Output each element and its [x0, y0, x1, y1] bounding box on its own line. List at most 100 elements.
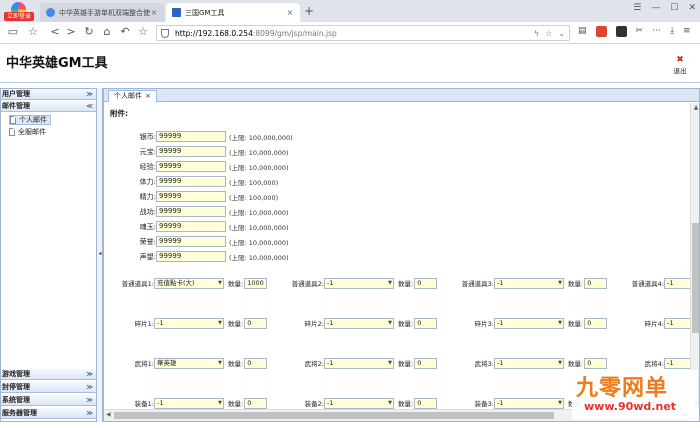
home-icon[interactable]: ⌂ [100, 25, 114, 39]
browser-tab-1[interactable]: 中华英雄手游单机双端整合使用... × [40, 3, 164, 22]
close-tab-icon[interactable]: × [286, 8, 294, 17]
star-icon[interactable]: ☆ [545, 29, 552, 38]
app-header: 中华英雄GM工具 ✖ 退出 [0, 45, 700, 83]
item-slot: 碎片4:-1▼数量:0 [609, 317, 690, 329]
chevron-down-icon[interactable]: ≫ [86, 89, 93, 100]
resource-label: 元宝: [139, 147, 156, 156]
sidebar-section-system[interactable]: 系统管理 ≫ [1, 395, 96, 406]
item-select[interactable]: -1▼ [664, 277, 690, 289]
maximize-icon[interactable]: ☐ [670, 3, 678, 13]
resource-input[interactable]: 99999 [156, 206, 226, 217]
reload-icon[interactable]: ↻ [82, 25, 96, 39]
item-select[interactable]: -1▼ [494, 317, 564, 329]
new-tab-button[interactable]: + [304, 4, 314, 18]
scissors-icon[interactable]: ✂ [636, 26, 644, 37]
quantity-input[interactable]: 1000 [244, 277, 268, 289]
chevron-down-icon[interactable]: ≫ [86, 382, 93, 393]
resource-input[interactable]: 99999 [156, 131, 226, 142]
chevron-down-icon[interactable]: ≫ [86, 369, 93, 380]
download-icon[interactable]: ⤓ [670, 26, 674, 37]
quantity-input[interactable]: 0 [584, 277, 608, 289]
resource-input[interactable]: 99999 [156, 146, 226, 157]
item-select[interactable]: -1▼ [154, 397, 224, 409]
forward-icon[interactable]: > [64, 25, 78, 39]
item-select[interactable]: -1▼ [154, 317, 224, 329]
toolbar-extensions: ▤ ✂ ⋯ ⤓ ≡ [578, 26, 691, 37]
sidebar-section-server[interactable]: 服务器管理 ≫ [1, 408, 96, 419]
sidebar-item-personal-mail[interactable]: 个人邮件 [9, 115, 51, 125]
resource-input[interactable]: 99999 [156, 191, 226, 202]
item-select[interactable]: -1▼ [664, 357, 690, 369]
more-icon[interactable]: ⋯ [652, 26, 661, 37]
item-select[interactable]: -1▼ [664, 317, 690, 329]
reader-icon[interactable]: ▤ [578, 26, 587, 37]
chevron-down-icon[interactable]: ≫ [86, 395, 93, 406]
document-icon [9, 128, 15, 136]
quantity-input[interactable]: 0 [414, 317, 438, 329]
item-select[interactable]: -1▼ [494, 357, 564, 369]
resource-input[interactable]: 99999 [156, 236, 226, 247]
login-badge[interactable]: 立即登录 [4, 12, 34, 21]
sidebar-section-mail[interactable]: 邮件管理 ≪ [1, 101, 96, 112]
close-tab-icon[interactable]: × [150, 8, 158, 17]
quantity-input[interactable]: 0 [414, 397, 438, 409]
item-slot: 普通道具4:-1▼数量:0 [609, 277, 690, 289]
menu-icon[interactable]: ☰ [633, 3, 641, 13]
resource-input[interactable]: 99999 [156, 251, 226, 262]
close-window-icon[interactable]: ✕ [688, 3, 696, 13]
quantity-input[interactable]: 0 [244, 357, 268, 369]
item-select[interactable]: -1▼ [494, 277, 564, 289]
bookmark-star-icon[interactable]: ☆ [136, 25, 150, 39]
scroll-thumb[interactable] [692, 223, 699, 333]
sidebar-toggle-icon[interactable]: ▭ [6, 25, 20, 39]
item-select[interactable]: -1▼ [494, 397, 564, 409]
game-extension-icon[interactable] [595, 26, 607, 37]
quantity-input[interactable]: 0 [244, 397, 268, 409]
undo-icon[interactable]: ↶ [118, 25, 132, 39]
browser-logo[interactable]: 立即登录 [4, 2, 34, 21]
sidebar-section-user[interactable]: 用户管理 ≫ [1, 89, 96, 100]
document-icon [10, 116, 16, 124]
item-slot-label: 装备3: [474, 400, 494, 408]
chevron-down-icon[interactable]: ≫ [86, 408, 93, 419]
logout-button[interactable]: ✖ 退出 [670, 56, 690, 76]
quantity-input[interactable]: 0 [244, 317, 268, 329]
menu-icon[interactable]: ≡ [683, 26, 691, 37]
item-select[interactable]: 充值點卡(大) ▼ [154, 277, 224, 289]
sidebar-section-game[interactable]: 游戏管理 ≫ [1, 369, 96, 380]
resource-input[interactable]: 99999 [156, 176, 226, 187]
quantity-label: 数量: [568, 360, 584, 368]
close-icon[interactable]: × [145, 91, 151, 102]
quantity-input[interactable]: 0 [584, 357, 608, 369]
address-actions: ϟ ☆ ⌄ [534, 29, 565, 38]
tab-personal-mail[interactable]: 个人邮件 × [108, 90, 157, 102]
favorites-icon[interactable]: ☆ [26, 25, 40, 39]
minimize-icon[interactable]: — [651, 3, 660, 13]
chevron-down-icon: ▼ [388, 359, 392, 366]
quantity-input[interactable]: 0 [584, 317, 608, 329]
browser-tab-2[interactable]: 三国GM工具 × [166, 3, 300, 22]
scroll-up-icon[interactable]: ▲ [691, 104, 699, 111]
item-select[interactable]: -1▼ [324, 357, 394, 369]
quantity-input[interactable]: 0 [414, 357, 438, 369]
item-select[interactable]: -1▼ [324, 397, 394, 409]
sidebar-section-ban[interactable]: 封停管理 ≫ [1, 382, 96, 393]
quantity-input[interactable]: 0 [414, 277, 438, 289]
sidebar-item-server-mail[interactable]: 全服邮件 [9, 127, 49, 137]
scroll-thumb[interactable] [114, 412, 554, 419]
address-bar[interactable]: http://192.168.0.254 :8099/gm/jsp/main.j… [156, 25, 570, 41]
item-select[interactable]: 華英雄 ▼ [154, 357, 224, 369]
resource-input[interactable]: 99999 [156, 221, 226, 232]
item-select[interactable]: -1▼ [324, 317, 394, 329]
scroll-left-icon[interactable]: ◀ [106, 411, 111, 418]
resource-input[interactable]: 99999 [156, 161, 226, 172]
back-icon[interactable]: < [48, 25, 62, 39]
vertical-scrollbar[interactable]: ▲ ▼ [690, 103, 699, 409]
chevron-up-icon[interactable]: ≪ [86, 101, 93, 112]
dropdown-icon[interactable]: ⌄ [558, 29, 565, 38]
url-path: :8099/gm/jsp/main.jsp [252, 28, 337, 38]
app-extension-icon[interactable] [615, 26, 627, 37]
item-slot-label: 普通道具1: [121, 280, 154, 288]
item-select[interactable]: -1▼ [324, 277, 394, 289]
lightning-icon[interactable]: ϟ [534, 29, 539, 38]
